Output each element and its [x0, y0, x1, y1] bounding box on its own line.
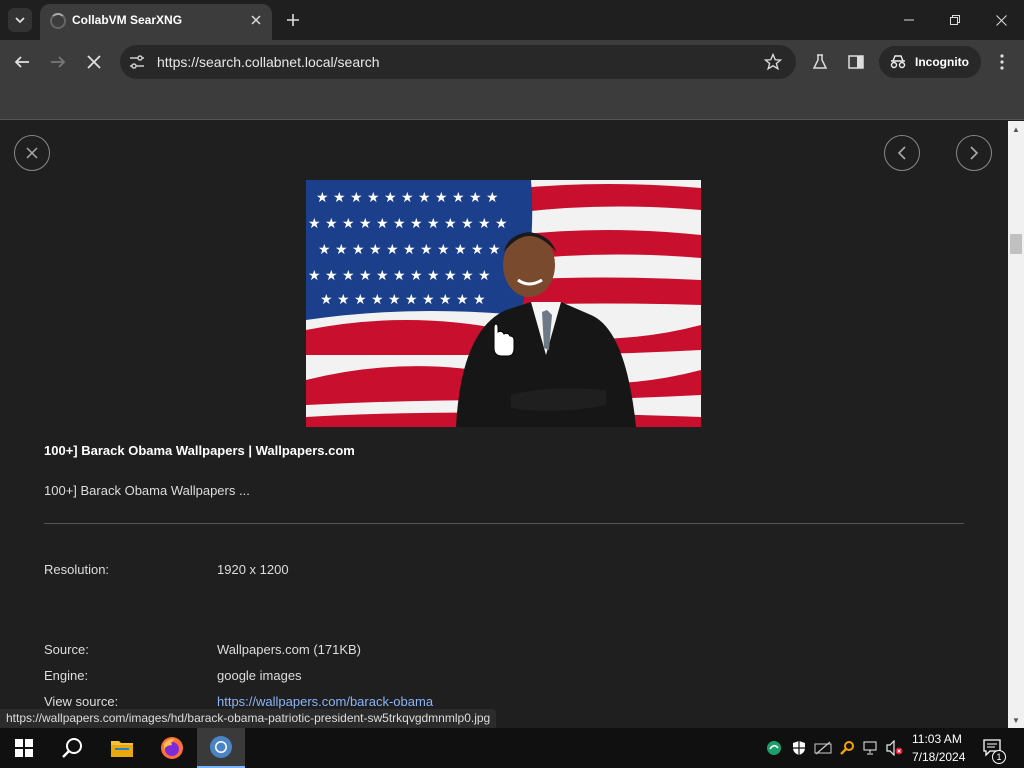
divider: [44, 523, 964, 524]
next-image-button[interactable]: [956, 135, 992, 171]
resolution-value: 1920 x 1200: [217, 562, 289, 577]
windows-logo-icon: [15, 739, 33, 757]
incognito-icon: [889, 53, 907, 71]
chevron-right-icon: [970, 146, 979, 160]
display-network-icon[interactable]: [862, 739, 880, 757]
firefox-button[interactable]: [148, 728, 196, 768]
key-icon[interactable]: [838, 739, 856, 757]
labs-button[interactable]: [808, 50, 832, 74]
plus-icon: [287, 14, 299, 26]
forward-button[interactable]: [46, 50, 70, 74]
close-window-button[interactable]: [986, 6, 1016, 34]
tab-title: CollabVM SearXNG: [72, 13, 183, 27]
search-button[interactable]: [48, 728, 96, 768]
loading-spinner-icon: [50, 13, 66, 29]
previous-image-button[interactable]: [884, 135, 920, 171]
windows-taskbar: 11:03 AM 7/18/2024 1: [0, 728, 1024, 768]
minimize-icon: [904, 19, 914, 21]
chrome-button[interactable]: [197, 728, 245, 768]
result-description: 100+] Barack Obama Wallpapers ...: [44, 483, 250, 498]
arrow-left-icon: [14, 56, 29, 68]
incognito-badge[interactable]: Incognito: [879, 46, 981, 78]
url-text[interactable]: https://search.collabnet.local/search: [157, 54, 380, 70]
engine-label: Engine:: [44, 668, 89, 683]
security-shield-icon[interactable]: [790, 739, 808, 757]
new-tab-button[interactable]: [282, 9, 304, 31]
scroll-thumb[interactable]: [1010, 234, 1022, 254]
page-scrollbar[interactable]: ▲ ▼: [1008, 121, 1024, 728]
close-icon: [251, 15, 261, 25]
address-bar[interactable]: https://search.collabnet.local/search: [120, 45, 796, 79]
restore-icon: [950, 15, 960, 25]
svg-text:★ ★ ★ ★ ★ ★ ★ ★ ★ ★ ★: ★ ★ ★ ★ ★ ★ ★ ★ ★ ★ ★: [308, 268, 491, 284]
firefox-icon: [161, 737, 183, 759]
clock-time[interactable]: 11:03 AM: [912, 732, 962, 746]
close-detail-button[interactable]: [14, 135, 50, 171]
back-button[interactable]: [10, 50, 34, 74]
search-icon: [62, 738, 82, 758]
flask-icon: [812, 54, 828, 69]
incognito-label: Incognito: [915, 55, 969, 69]
source-value: Wallpapers.com (171KB): [217, 642, 362, 657]
volume-muted-icon[interactable]: [886, 739, 904, 757]
close-icon: [995, 14, 1007, 26]
page-content: ★ ★ ★ ★ ★ ★ ★ ★ ★ ★ ★ ★ ★ ★ ★ ★ ★ ★ ★ ★ …: [0, 121, 1008, 728]
clock-date[interactable]: 7/18/2024: [912, 750, 965, 764]
minimize-button[interactable]: [894, 6, 924, 34]
arrow-right-icon: [51, 56, 66, 68]
close-icon: [87, 55, 101, 69]
network-disabled-icon[interactable]: [814, 739, 832, 757]
close-icon: [26, 147, 38, 159]
tab-strip: CollabVM SearXNG: [0, 0, 1024, 40]
source-label: Source:: [44, 642, 89, 657]
restore-button[interactable]: [940, 6, 970, 34]
browser-tab[interactable]: CollabVM SearXNG: [40, 4, 272, 40]
site-info-icon[interactable]: [128, 53, 146, 71]
tab-search-button[interactable]: [8, 8, 32, 32]
result-image[interactable]: ★ ★ ★ ★ ★ ★ ★ ★ ★ ★ ★ ★ ★ ★ ★ ★ ★ ★ ★ ★ …: [306, 180, 701, 427]
engine-value: google images: [217, 668, 302, 683]
svg-text:★ ★ ★ ★ ★ ★ ★ ★ ★ ★ ★: ★ ★ ★ ★ ★ ★ ★ ★ ★ ★ ★: [316, 190, 499, 206]
result-title[interactable]: 100+] Barack Obama Wallpapers | Wallpape…: [44, 443, 355, 458]
chrome-icon: [210, 736, 232, 758]
view-source-label: View source:: [44, 694, 119, 709]
more-vertical-icon: [1000, 54, 1004, 70]
side-panel-button[interactable]: [844, 50, 868, 74]
svg-text:★ ★ ★ ★ ★ ★ ★ ★ ★ ★ ★ ★: ★ ★ ★ ★ ★ ★ ★ ★ ★ ★ ★ ★: [308, 216, 508, 232]
chevron-left-icon: [897, 146, 906, 160]
status-bubble: https://wallpapers.com/images/hd/barack-…: [0, 709, 497, 728]
start-button[interactable]: [0, 728, 48, 768]
file-explorer-button[interactable]: [98, 728, 146, 768]
bookmarks-bar: [0, 84, 1024, 120]
svg-text:★ ★ ★ ★ ★ ★ ★ ★ ★ ★: ★ ★ ★ ★ ★ ★ ★ ★ ★ ★: [320, 292, 486, 308]
bookmark-star-icon[interactable]: [762, 51, 784, 73]
edge-update-icon[interactable]: [765, 739, 783, 757]
view-source-link[interactable]: https://wallpapers.com/barack-obama: [217, 694, 433, 709]
svg-text:★ ★ ★ ★ ★ ★ ★ ★ ★ ★ ★: ★ ★ ★ ★ ★ ★ ★ ★ ★ ★ ★: [318, 242, 501, 258]
scroll-down-button[interactable]: ▼: [1008, 712, 1024, 728]
scroll-up-button[interactable]: ▲: [1008, 121, 1024, 137]
chevron-down-icon: [15, 17, 25, 24]
browser-menu-button[interactable]: [990, 50, 1014, 74]
side-panel-icon: [848, 55, 864, 69]
resolution-label: Resolution:: [44, 562, 110, 577]
notification-count-badge: 1: [992, 750, 1006, 764]
folder-icon: [111, 741, 133, 757]
tab-close-button[interactable]: [246, 10, 266, 30]
stop-loading-button[interactable]: [82, 50, 106, 74]
browser-toolbar: https://search.collabnet.local/search In…: [0, 40, 1024, 84]
